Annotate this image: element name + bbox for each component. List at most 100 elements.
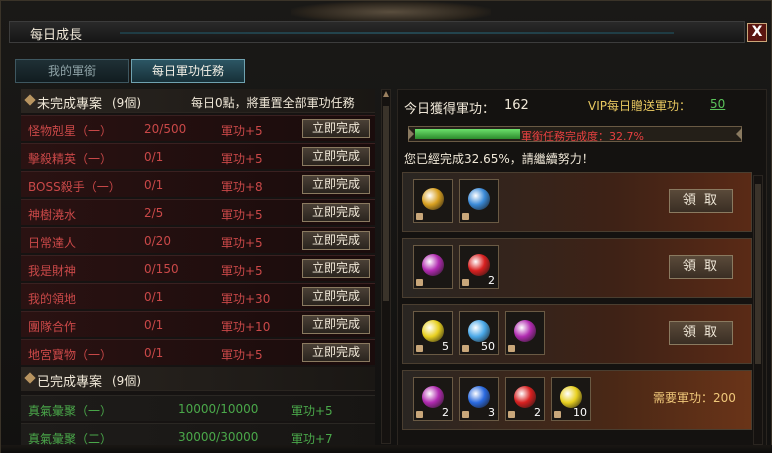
- task-progress: 0/1: [144, 178, 164, 192]
- task-row: 地宮寶物（一） 0/1 軍功+5 立即完成: [21, 339, 375, 365]
- task-reward: 軍功+5: [221, 348, 263, 362]
- complete-now-button[interactable]: 立即完成: [302, 259, 370, 278]
- lock-icon: [462, 411, 469, 418]
- claim-button[interactable]: 領 取: [669, 321, 733, 345]
- completed-section-header: 已完成專案 (9個): [21, 367, 375, 391]
- reward-tier-row: 2 領 取: [402, 238, 752, 298]
- scroll-thumb[interactable]: [383, 106, 389, 301]
- complete-now-button[interactable]: 立即完成: [302, 119, 370, 138]
- task-reward: 軍功+30: [221, 292, 271, 306]
- task-progress: 0/150: [144, 262, 179, 276]
- task-progress: 30000/30000: [178, 430, 259, 444]
- purple-orb-icon: [514, 320, 536, 342]
- complete-now-button[interactable]: 立即完成: [302, 231, 370, 250]
- complete-now-button[interactable]: 立即完成: [302, 343, 370, 362]
- task-name: 怪物剋星（一）: [28, 124, 113, 138]
- claim-button[interactable]: 領 取: [669, 255, 733, 279]
- lock-icon: [416, 213, 423, 220]
- reward-tier-row: 2 3 2 10 需要軍功：200: [402, 370, 752, 430]
- task-list-scrollbar[interactable]: [381, 89, 391, 444]
- reward-item-slot[interactable]: [413, 245, 453, 289]
- tab-daily-merit-tasks[interactable]: 每日軍功任務: [131, 59, 245, 83]
- task-name: BOSS殺手（一）: [28, 180, 121, 194]
- task-row: 我是財神 0/150 軍功+5 立即完成: [21, 255, 375, 281]
- task-progress: 0/20: [144, 234, 171, 248]
- reward-tier-row: 5 50 領 取: [402, 304, 752, 364]
- blue-sphere-icon: [468, 386, 490, 408]
- yellow-orb-icon: [422, 320, 444, 342]
- item-quantity: 3: [488, 406, 495, 419]
- reward-panel: 今日獲得軍功： 162 VIP每日贈送軍功： 50 軍銜任務完成度：32.7% …: [397, 89, 767, 449]
- reset-note: 每日0點，將重置全部軍功任務: [191, 96, 355, 110]
- reward-tier-row: 領 取: [402, 172, 752, 232]
- task-row: 團隊合作 0/1 軍功+10 立即完成: [21, 311, 375, 337]
- task-progress: 0/1: [144, 346, 164, 360]
- reward-item-slot[interactable]: 10: [551, 377, 591, 421]
- lock-icon: [508, 411, 515, 418]
- task-reward: 軍功+5: [291, 404, 333, 418]
- scroll-up-arrow-icon[interactable]: [383, 91, 389, 97]
- task-row: 我的領地 0/1 軍功+30 立即完成: [21, 283, 375, 309]
- complete-now-button[interactable]: 立即完成: [302, 287, 370, 306]
- task-name: 神樹澆水: [28, 208, 77, 222]
- today-merit-label: 今日獲得軍功：: [404, 102, 496, 117]
- reward-item-slot[interactable]: 2: [505, 377, 545, 421]
- yellow-orb-icon: [560, 386, 582, 408]
- tab-my-rank[interactable]: 我的軍銜: [15, 59, 129, 83]
- encourage-text: 您已經完成32.65%，請繼續努力！: [404, 152, 594, 166]
- required-merit-label: 需要軍功：200: [653, 391, 736, 405]
- task-reward: 軍功+5: [221, 264, 263, 278]
- blue-amulet-icon: [468, 188, 490, 210]
- claim-button[interactable]: 領 取: [669, 189, 733, 213]
- lock-icon: [462, 213, 469, 220]
- progress-left-cap-icon: [408, 128, 414, 140]
- incomplete-section-header: 未完成專案 (9個) 每日0點，將重置全部軍功任務: [21, 89, 375, 113]
- task-reward: 軍功+5: [221, 236, 263, 250]
- task-row: BOSS殺手（一） 0/1 軍功+8 立即完成: [21, 171, 375, 197]
- reward-item-slot[interactable]: 2: [459, 245, 499, 289]
- completed-count: (9個): [112, 374, 141, 388]
- item-quantity: 2: [488, 274, 495, 287]
- task-progress: 0/1: [144, 318, 164, 332]
- task-row: 日常達人 0/20 軍功+5 立即完成: [21, 227, 375, 253]
- reward-item-slot[interactable]: 2: [413, 377, 453, 421]
- complete-now-button[interactable]: 立即完成: [302, 147, 370, 166]
- task-reward: 軍功+5: [221, 152, 263, 166]
- reward-item-slot[interactable]: [505, 311, 545, 355]
- task-reward: 軍功+5: [221, 124, 263, 138]
- complete-now-button[interactable]: 立即完成: [302, 203, 370, 222]
- task-row: 擊殺精英（一） 0/1 軍功+5 立即完成: [21, 143, 375, 169]
- vip-merit-value[interactable]: 50: [710, 97, 725, 111]
- reward-item-slot[interactable]: 5: [413, 311, 453, 355]
- task-progress: 0/1: [144, 290, 164, 304]
- vip-merit-label: VIP每日贈送軍功：: [588, 99, 691, 113]
- completed-title: 已完成專案: [37, 375, 103, 390]
- complete-now-button[interactable]: 立即完成: [302, 315, 370, 334]
- diamond-icon: [24, 372, 36, 384]
- progress-fill: [415, 129, 520, 139]
- reward-item-slot[interactable]: [413, 179, 453, 223]
- reward-item-slot[interactable]: 3: [459, 377, 499, 421]
- blue-crystal-icon: [468, 320, 490, 342]
- task-name: 真氣彙聚（一）: [28, 404, 113, 418]
- reward-item-slot[interactable]: 50: [459, 311, 499, 355]
- reward-item-slot[interactable]: [459, 179, 499, 223]
- task-name: 我是財神: [28, 264, 77, 278]
- complete-now-button[interactable]: 立即完成: [302, 175, 370, 194]
- completed-task-row: 真氣彙聚（一） 10000/10000 軍功+5: [21, 395, 375, 421]
- lock-icon: [416, 411, 423, 418]
- scroll-thumb[interactable]: [755, 184, 761, 364]
- reward-scrollbar[interactable]: [753, 175, 763, 445]
- purple-orb-icon: [422, 386, 444, 408]
- task-name: 日常達人: [28, 236, 77, 250]
- title-decoration-line: [120, 32, 674, 34]
- lock-icon: [462, 345, 469, 352]
- task-row: 怪物剋星（一） 20/500 軍功+5 立即完成: [21, 115, 375, 141]
- task-progress: 20/500: [144, 122, 187, 136]
- close-button[interactable]: X: [747, 23, 767, 42]
- item-quantity: 50: [481, 340, 495, 353]
- lock-icon: [416, 279, 423, 286]
- incomplete-count: (9個): [112, 96, 141, 110]
- item-quantity: 5: [442, 340, 449, 353]
- red-rose-icon: [468, 254, 490, 276]
